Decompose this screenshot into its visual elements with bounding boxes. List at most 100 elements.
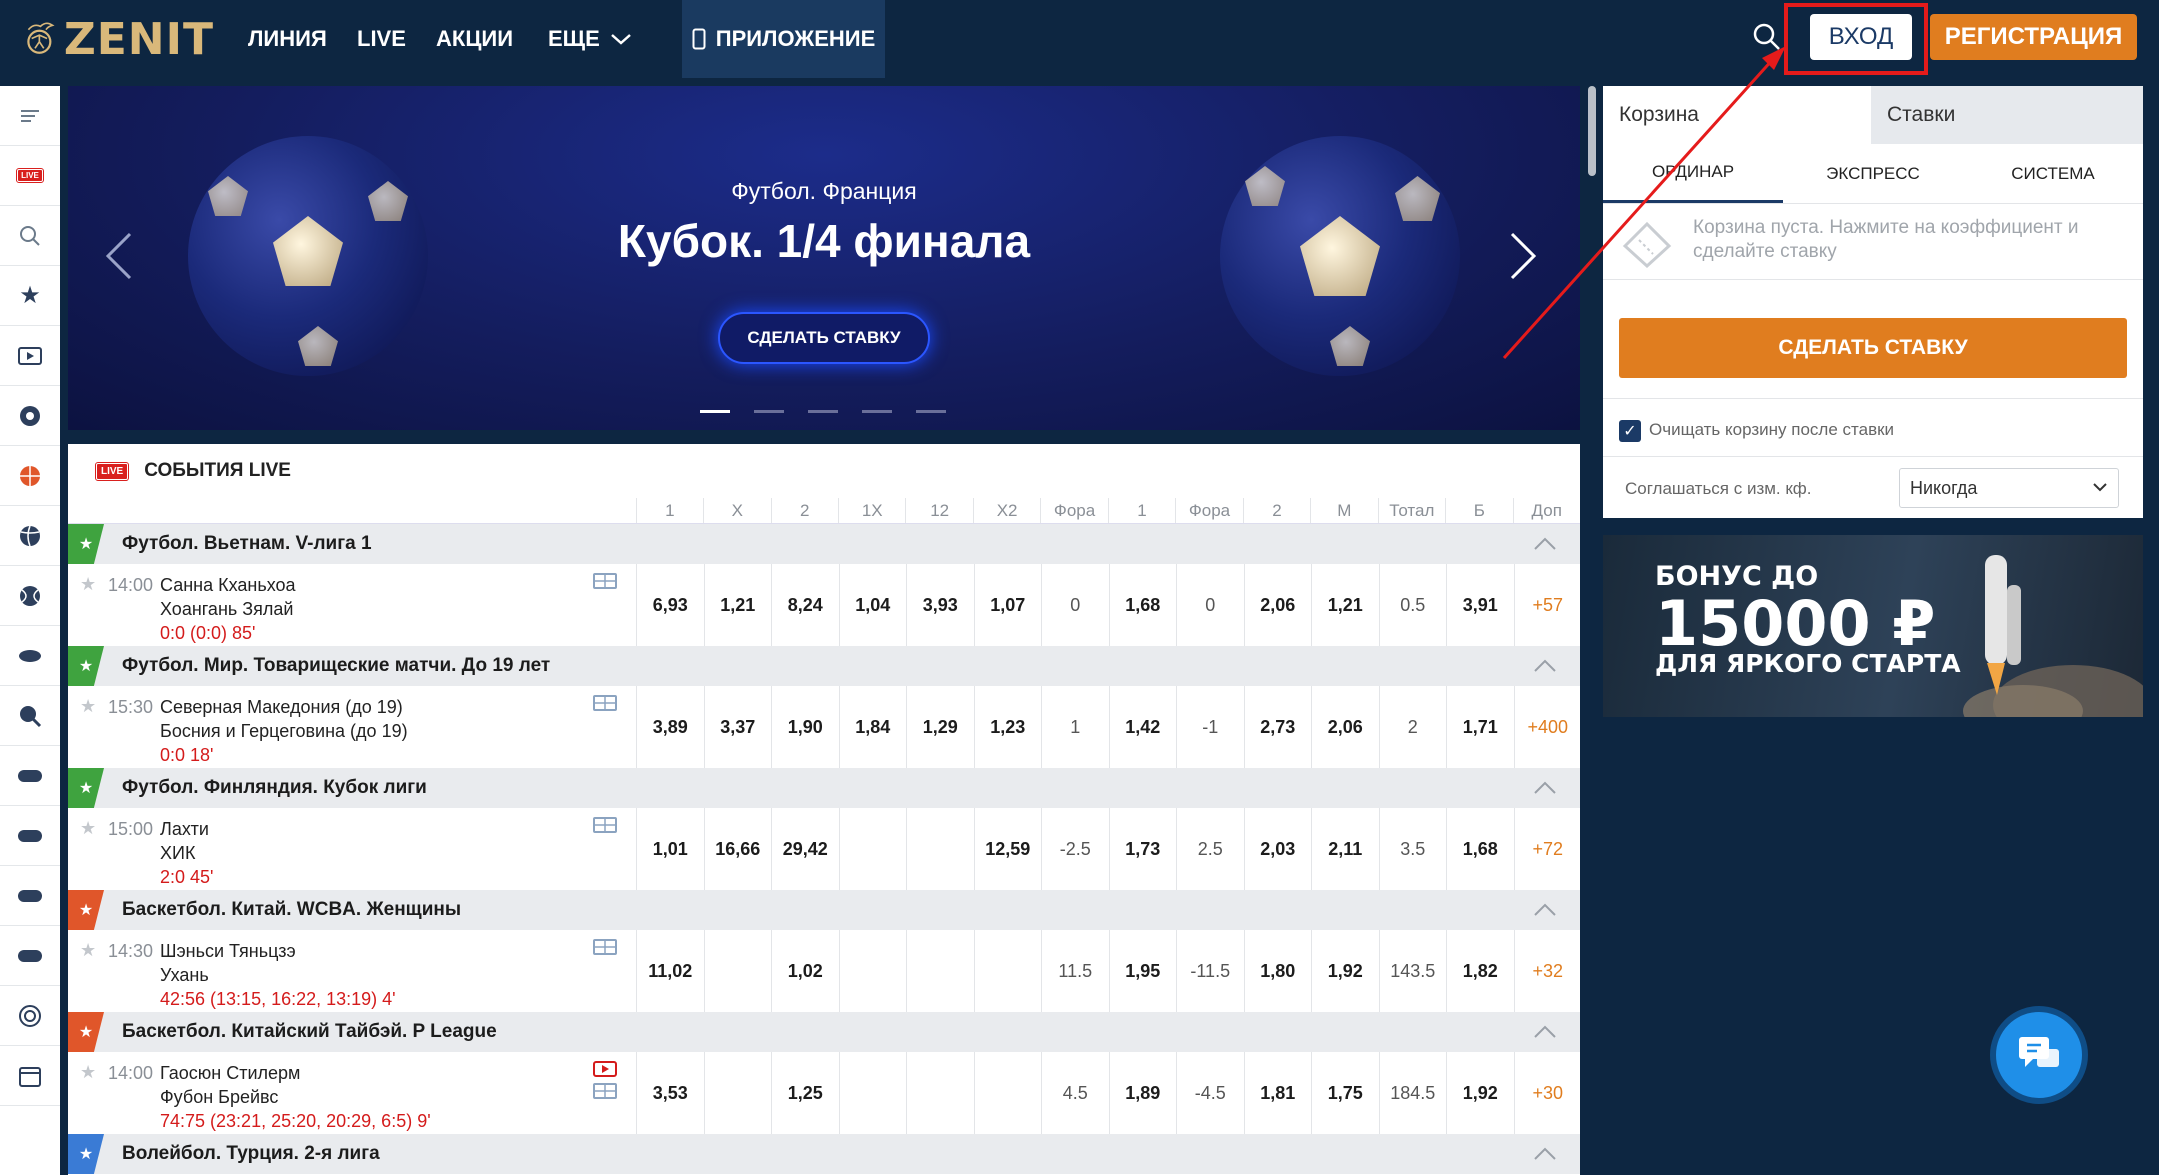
odds-cell[interactable]: 0	[1041, 564, 1109, 646]
stats-icon[interactable]	[592, 572, 618, 590]
stats-icon[interactable]	[592, 694, 618, 712]
team-away[interactable]: ХИК	[160, 843, 195, 864]
accept-odds-change-select[interactable]: Никогда	[1899, 468, 2119, 508]
odds-cell[interactable]: 1,75	[1311, 1052, 1379, 1134]
scrollbar[interactable]	[1588, 86, 1596, 176]
nav-line[interactable]: ЛИНИЯ	[248, 0, 327, 78]
stats-icon[interactable]	[592, 938, 618, 956]
favorite-league-star-icon[interactable]: ★	[68, 890, 104, 930]
odds-cell[interactable]: 11.5	[1041, 930, 1109, 1012]
odds-cell[interactable]: 1,92	[1446, 1052, 1514, 1134]
odds-cell[interactable]	[973, 930, 1042, 1012]
odds-cell[interactable]: 1,81	[1243, 1052, 1312, 1134]
team-away[interactable]: Хоангань Зялай	[160, 599, 293, 620]
favorite-league-star-icon[interactable]: ★	[68, 1134, 104, 1174]
odds-cell[interactable]: 1,71	[1446, 686, 1514, 768]
tab-single[interactable]: ОРДИНАР	[1603, 144, 1783, 203]
odds-cell[interactable]: 1,23	[973, 686, 1042, 768]
odds-cell[interactable]: 12,59	[973, 808, 1042, 890]
league-header[interactable]: ★ Баскетбол. Китай. WCBA. Женщины	[68, 890, 1580, 930]
team-home[interactable]: Северная Македония (до 19)	[160, 697, 403, 718]
odds-cell[interactable]: +57	[1513, 564, 1581, 646]
odds-cell[interactable]: -2.5	[1041, 808, 1109, 890]
odds-cell[interactable]: +72	[1513, 808, 1581, 890]
odds-cell[interactable]	[906, 808, 974, 890]
sidebar-item-calendar[interactable]	[0, 1046, 60, 1106]
sidebar-item-target[interactable]	[0, 986, 60, 1046]
favorite-star-icon[interactable]: ★	[80, 818, 96, 839]
odds-cell[interactable]: 0.5	[1378, 564, 1447, 646]
nav-live[interactable]: LIVE	[357, 0, 406, 78]
match-row[interactable]: ★ 15:00 Лахти ХИК 2:0 45' 1,01 16,66 29,42…	[68, 808, 1580, 890]
clear-basket-checkbox[interactable]: ✓	[1619, 420, 1641, 442]
sidebar-item-basketball[interactable]	[0, 446, 60, 506]
chevron-left-icon[interactable]	[104, 231, 134, 281]
odds-cell[interactable]: 184.5	[1378, 1052, 1447, 1134]
league-header[interactable]: ★ Футбол. Финляндия. Кубок лиги	[68, 768, 1580, 808]
odds-cell[interactable]: 1,68	[1108, 564, 1177, 646]
odds-cell[interactable]	[973, 1052, 1042, 1134]
odds-cell[interactable]	[838, 930, 907, 1012]
odds-cell[interactable]: +32	[1513, 930, 1581, 1012]
odds-cell[interactable]: -4.5	[1176, 1052, 1244, 1134]
carousel-dot[interactable]	[808, 410, 838, 413]
tab-express[interactable]: ЭКСПРЕСС	[1783, 144, 1963, 203]
odds-cell[interactable]: 3,93	[906, 564, 974, 646]
odds-cell[interactable]: 2,11	[1311, 808, 1379, 890]
league-header[interactable]: ★ Баскетбол. Китайский Тайбэй. P League	[68, 1012, 1580, 1052]
team-away[interactable]: Босния и Герцеговина (до 19)	[160, 721, 408, 742]
odds-cell[interactable]	[703, 1052, 772, 1134]
sidebar-item-menu[interactable]	[0, 86, 60, 146]
odds-cell[interactable]: 2,06	[1243, 564, 1312, 646]
tab-system[interactable]: СИСТЕМА	[1963, 144, 2143, 203]
tab-basket[interactable]: Корзина	[1603, 86, 1871, 144]
odds-cell[interactable]: 2,06	[1311, 686, 1379, 768]
sidebar-item-favorites[interactable]: ★	[0, 266, 60, 326]
odds-cell[interactable]	[906, 1052, 974, 1134]
odds-cell[interactable]: 11,02	[636, 930, 704, 1012]
odds-cell[interactable]: 1,84	[838, 686, 907, 768]
odds-cell[interactable]: 3,53	[636, 1052, 704, 1134]
tab-bets[interactable]: Ставки	[1871, 86, 2143, 144]
odds-cell[interactable]: 1,42	[1108, 686, 1177, 768]
carousel-dot[interactable]	[754, 410, 784, 413]
odds-cell[interactable]: 1,25	[771, 1052, 839, 1134]
sidebar-item-esports-3[interactable]	[0, 866, 60, 926]
video-icon[interactable]	[592, 1060, 618, 1078]
odds-cell[interactable]: 3.5	[1378, 808, 1447, 890]
odds-cell[interactable]: 16,66	[703, 808, 772, 890]
chevron-up-icon[interactable]	[1532, 1144, 1558, 1164]
odds-cell[interactable]: 2,73	[1243, 686, 1312, 768]
odds-cell[interactable]: 2.5	[1176, 808, 1244, 890]
odds-cell[interactable]: 6,93	[636, 564, 704, 646]
odds-cell[interactable]: 1,90	[771, 686, 839, 768]
make-bet-button[interactable]: СДЕЛАТЬ СТАВКУ	[1619, 318, 2127, 378]
bonus-banner[interactable]: БОНУС ДО 15000 ₽ ДЛЯ ЯРКОГО СТАРТА	[1603, 535, 2143, 717]
odds-cell[interactable]: 1,95	[1108, 930, 1177, 1012]
odds-cell[interactable]	[906, 930, 974, 1012]
odds-cell[interactable]: 1,21	[1311, 564, 1379, 646]
sidebar-item-esports-2[interactable]	[0, 806, 60, 866]
odds-cell[interactable]: 2,03	[1243, 808, 1312, 890]
league-header[interactable]: ★ Футбол. Вьетнам. V-лига 1	[68, 524, 1580, 564]
chevron-up-icon[interactable]	[1532, 534, 1558, 554]
odds-cell[interactable]: 0	[1176, 564, 1244, 646]
odds-cell[interactable]: 3,89	[636, 686, 704, 768]
odds-cell[interactable]: 1,80	[1243, 930, 1312, 1012]
sidebar-item-tennis[interactable]	[0, 566, 60, 626]
odds-cell[interactable]: 3,91	[1446, 564, 1514, 646]
odds-cell[interactable]: +30	[1513, 1052, 1581, 1134]
odds-cell[interactable]: 1,89	[1108, 1052, 1177, 1134]
carousel-dot[interactable]	[916, 410, 946, 413]
sidebar-item-esports-1[interactable]	[0, 746, 60, 806]
odds-cell[interactable]: -11.5	[1176, 930, 1244, 1012]
sidebar-item-video[interactable]	[0, 326, 60, 386]
odds-cell[interactable]: -1	[1176, 686, 1244, 768]
team-home[interactable]: Шэньси Тяньцзэ	[160, 941, 296, 962]
team-home[interactable]: Лахти	[160, 819, 209, 840]
odds-cell[interactable]: 4.5	[1041, 1052, 1109, 1134]
zenit-logo[interactable]: ZENIT	[24, 4, 214, 74]
odds-cell[interactable]: 1	[1041, 686, 1109, 768]
odds-cell[interactable]	[838, 808, 907, 890]
odds-cell[interactable]: 29,42	[771, 808, 839, 890]
